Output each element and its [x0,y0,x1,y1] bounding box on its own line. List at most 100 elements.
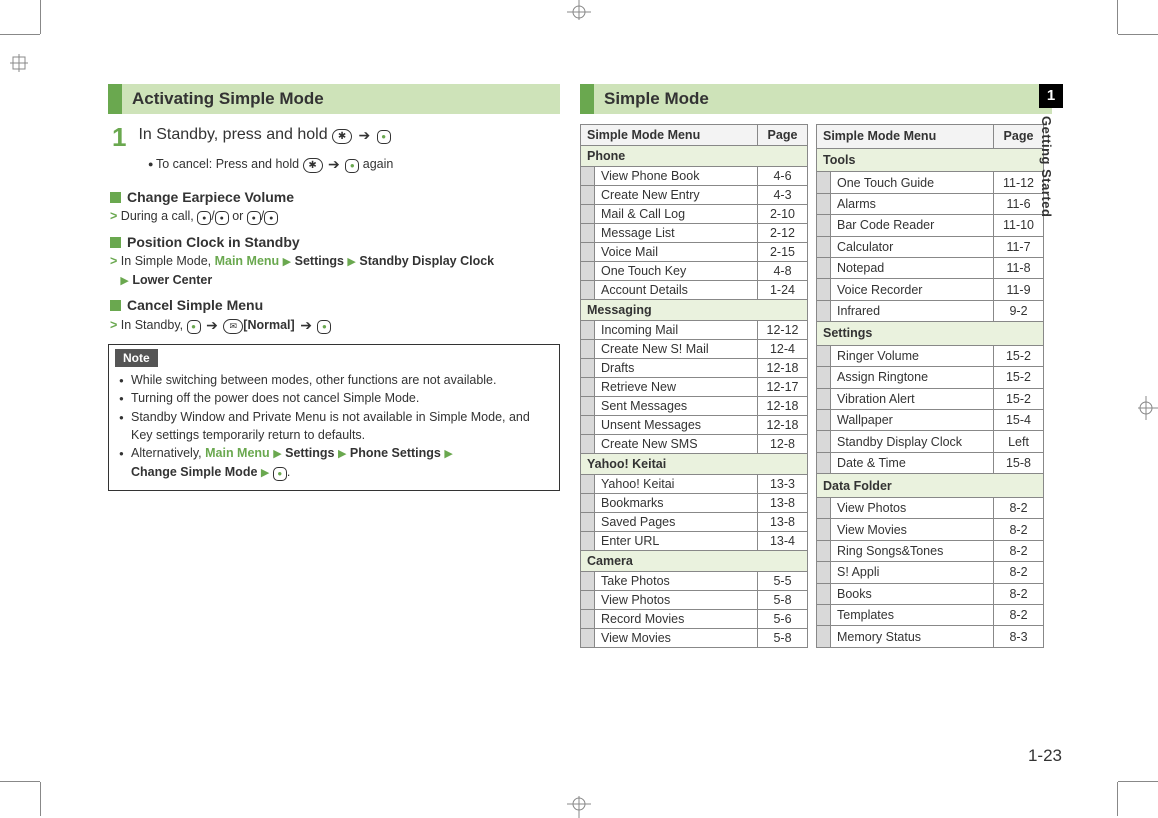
step-number: 1 [112,124,126,150]
table-row: Incoming Mail12-12 [581,321,808,340]
menu-item-name: Calculator [831,236,994,257]
row-gutter [581,243,595,262]
menu-item-name: Memory Status [831,626,994,648]
menu-item-page: 12-18 [758,359,808,378]
menu-item-page: 8-2 [994,497,1044,518]
section-title: Simple Mode [594,84,709,114]
menu-item-name: One Touch Key [595,262,758,281]
row-gutter [581,321,595,340]
center-key-icon [273,467,287,481]
row-gutter [817,540,831,561]
menu-item-page: 15-2 [994,367,1044,388]
note-item: Turning off the power does not cancel Si… [131,389,549,407]
row-gutter [817,519,831,540]
row-gutter [581,532,595,551]
table-row: Tools [817,148,1044,172]
mail-key-icon: ✉ [223,319,243,334]
page-number: 1-23 [1028,746,1062,766]
menu-item-page: 12-17 [758,378,808,397]
row-gutter [581,224,595,243]
arrow-icon: ➔ [357,127,373,143]
row-gutter [817,604,831,625]
registration-mark-icon [10,54,28,72]
row-gutter [581,359,595,378]
menu-item-name: Saved Pages [595,513,758,532]
menu-item-name: Bookmarks [595,494,758,513]
menu-item-page: 8-2 [994,604,1044,625]
menu-item-page: 12-8 [758,435,808,454]
table-row: Memory Status8-3 [817,626,1044,648]
row-gutter [581,205,595,224]
menu-item-page: 2-10 [758,205,808,224]
subbody-cancel-menu: > In Standby, ➔ ✉[Normal] ➔ [110,315,560,336]
table-row: Message List2-12 [581,224,808,243]
menu-item-page: 4-3 [758,186,808,205]
menu-item-page: Left [994,431,1044,452]
menu-item-name: Wallpaper [831,410,994,431]
menu-item-name: View Movies [595,629,758,648]
row-gutter [817,236,831,257]
menu-item-page: 2-12 [758,224,808,243]
crop-mark [40,0,41,34]
table-row: View Photos5-8 [581,591,808,610]
row-gutter [581,572,595,591]
table-row: Templates8-2 [817,604,1044,625]
registration-mark-icon [1138,393,1158,423]
note-item: While switching between modes, other fun… [131,371,549,389]
table-row: View Movies5-8 [581,629,808,648]
table-row: Settings [817,322,1044,346]
menu-item-page: 13-3 [758,475,808,494]
menu-item-page: 4-6 [758,167,808,186]
arrow-icon: ➔ [204,317,220,333]
table-row: Unsent Messages12-18 [581,416,808,435]
menu-item-name: One Touch Guide [831,172,994,193]
menu-item-page: 1-24 [758,281,808,300]
nav-key-icon [264,211,278,225]
menu-item-page: 9-2 [994,300,1044,321]
menu-item-name: View Movies [831,519,994,540]
menu-item-name: Yahoo! Keitai [595,475,758,494]
table-row: View Phone Book4-6 [581,167,808,186]
row-gutter [817,583,831,604]
crop-mark [1118,34,1158,35]
arrow-icon: ➔ [298,317,314,333]
section-heading-simple-mode: Simple Mode [580,84,1052,114]
simple-mode-menu-table-b: Simple Mode Menu Page ToolsOne Touch Gui… [816,124,1044,648]
table-row: Voice Mail2-15 [581,243,808,262]
table-row: Mail & Call Log2-10 [581,205,808,224]
menu-item-page: 5-8 [758,591,808,610]
crop-mark [0,34,40,35]
subhead-cancel-menu: Cancel Simple Menu [110,297,560,313]
note-box: Note While switching between modes, othe… [108,344,560,490]
step-1: 1 In Standby, press and hold ✱ ➔ [112,124,560,150]
subhead-clock: Position Clock in Standby [110,234,560,250]
row-gutter [817,497,831,518]
menu-item-page: 12-12 [758,321,808,340]
row-gutter [817,193,831,214]
menu-item-page: 5-6 [758,610,808,629]
menu-category: Camera [581,551,808,572]
crop-mark [40,782,41,816]
table-row: Retrieve New12-17 [581,378,808,397]
row-gutter [581,340,595,359]
row-gutter [817,410,831,431]
row-gutter [581,591,595,610]
table-row: Notepad11-8 [817,257,1044,278]
row-gutter [581,475,595,494]
menu-item-name: View Photos [831,497,994,518]
table-row: Vibration Alert15-2 [817,388,1044,409]
row-gutter [581,262,595,281]
menu-item-name: Sent Messages [595,397,758,416]
row-gutter [817,452,831,473]
table-row: Voice Recorder11-9 [817,279,1044,300]
step-text: In Standby, press and hold ✱ ➔ [138,124,390,150]
menu-item-page: 2-15 [758,243,808,262]
table-row: Bookmarks13-8 [581,494,808,513]
menu-item-page: 11-6 [994,193,1044,214]
menu-item-name: Alarms [831,193,994,214]
subbody-volume: > During a call, / or / [110,207,560,226]
cancel-note: To cancel: Press and hold ✱ ➔ again [148,154,560,183]
menu-item-page: 13-8 [758,494,808,513]
menu-item-name: Bar Code Reader [831,215,994,236]
menu-item-name: Account Details [595,281,758,300]
